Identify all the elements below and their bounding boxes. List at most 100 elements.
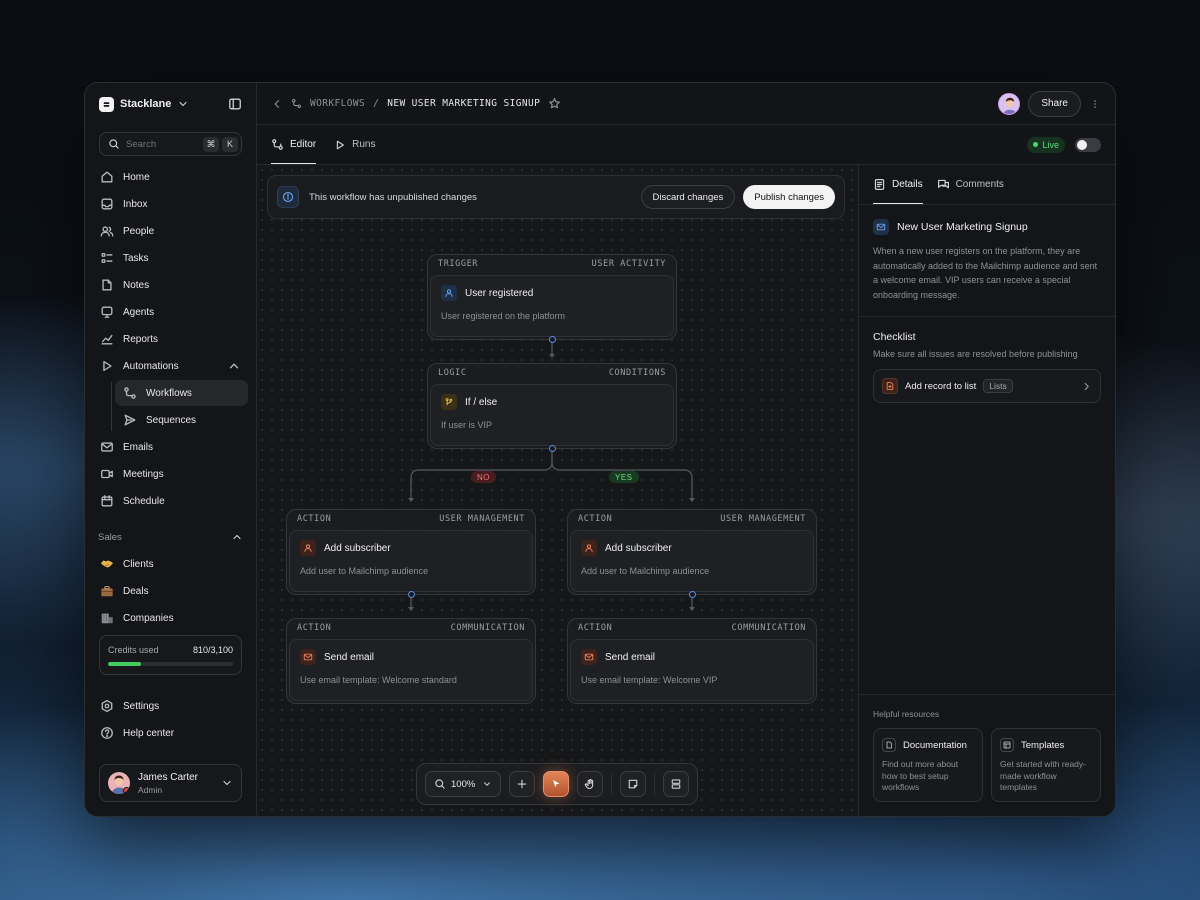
more-options-icon[interactable] bbox=[1089, 98, 1101, 110]
sidebar-item-schedule[interactable]: Schedule bbox=[93, 488, 248, 514]
output-port[interactable] bbox=[548, 336, 556, 343]
add-node-button[interactable] bbox=[509, 771, 535, 797]
arrow-head bbox=[689, 498, 695, 502]
tab-runs[interactable]: Runs bbox=[334, 125, 375, 164]
tab-label: Comments bbox=[955, 179, 1004, 190]
node-category: USER MANAGEMENT bbox=[439, 514, 525, 524]
sidebar-item-label: Inbox bbox=[123, 198, 148, 210]
sidebar-item-workflows[interactable]: Workflows bbox=[115, 380, 248, 406]
workflow-canvas[interactable]: This workflow has unpublished changes Di… bbox=[257, 165, 859, 816]
email-node-left[interactable]: ACTION COMMUNICATION Send email Use email… bbox=[286, 618, 536, 704]
output-port[interactable] bbox=[688, 591, 696, 598]
sidebar-item-deals[interactable]: Deals bbox=[93, 578, 248, 604]
sidebar-item-people[interactable]: People bbox=[93, 218, 248, 244]
live-label: Live bbox=[1042, 139, 1059, 150]
kbd-k: K bbox=[222, 136, 238, 152]
node-title: Send email bbox=[605, 651, 656, 663]
documentation-desc: Find out more about how to best setup wo… bbox=[882, 759, 959, 792]
search-input[interactable] bbox=[126, 138, 196, 150]
details-panel: Details Comments New User Marketing Sign… bbox=[859, 165, 1115, 816]
editor-tabs: Editor Runs Live bbox=[257, 125, 1115, 165]
tab-editor[interactable]: Editor bbox=[271, 125, 317, 164]
reports-icon bbox=[101, 334, 113, 345]
live-toggle[interactable] bbox=[1075, 137, 1101, 152]
sidebar-item-home[interactable]: Home bbox=[93, 164, 248, 190]
checklist-item-label: Add record to list bbox=[905, 380, 977, 392]
live-status-badge: Live bbox=[1027, 136, 1065, 153]
sidebar-item-emails[interactable]: Emails bbox=[93, 434, 248, 460]
sidebar-item-agents[interactable]: Agents bbox=[93, 299, 248, 325]
node-subtitle: User registered on the platform bbox=[441, 311, 566, 321]
sidebar-item-clients[interactable]: Clients bbox=[93, 551, 248, 577]
documentation-title: Documentation bbox=[903, 739, 967, 751]
sidebar-item-inbox[interactable]: Inbox bbox=[93, 191, 248, 217]
sidebar-item-automations[interactable]: Automations bbox=[93, 353, 248, 379]
checklist-item-add-record[interactable]: Add record to list Lists bbox=[873, 369, 1101, 403]
sidebar-item-label: Schedule bbox=[123, 495, 165, 507]
collaborator-avatar[interactable] bbox=[998, 92, 1021, 115]
zoom-select[interactable]: 100% bbox=[425, 771, 501, 797]
node-subtitle: Use email template: Welcome VIP bbox=[581, 675, 718, 685]
breadcrumb-parent[interactable]: WORKFLOWS bbox=[310, 98, 365, 109]
star-icon[interactable] bbox=[548, 97, 561, 110]
node-subtitle: Add user to Mailchimp audience bbox=[581, 566, 710, 576]
sidebar-item-notes[interactable]: Notes bbox=[93, 272, 248, 298]
chevron-up-icon[interactable] bbox=[227, 359, 241, 373]
app-window: Stacklane ⌘ K Home Inbox People Tasks bbox=[84, 82, 1116, 817]
search-box[interactable]: ⌘ K bbox=[99, 132, 242, 156]
sidebar-item-meetings[interactable]: Meetings bbox=[93, 461, 248, 487]
search-icon bbox=[109, 139, 119, 149]
sidebar-item-help-center[interactable]: Help center bbox=[93, 720, 248, 746]
user-name: James Carter bbox=[138, 771, 199, 783]
sales-label: Sales bbox=[98, 531, 122, 543]
share-button[interactable]: Share bbox=[1028, 90, 1081, 117]
sidebar-item-reports[interactable]: Reports bbox=[93, 326, 248, 352]
notes-icon bbox=[102, 279, 112, 291]
sidebar-item-tasks[interactable]: Tasks bbox=[93, 245, 248, 271]
output-port[interactable] bbox=[548, 445, 556, 452]
templates-card[interactable]: Templates Get started with ready-made wo… bbox=[991, 728, 1101, 802]
sales-section-header[interactable]: Sales bbox=[91, 524, 250, 550]
note-tool-button[interactable] bbox=[620, 771, 646, 797]
mail-icon bbox=[581, 649, 597, 665]
node-title: If / else bbox=[465, 396, 498, 408]
sticky-note-icon bbox=[628, 779, 638, 789]
sidebar: Stacklane ⌘ K Home Inbox People Tasks bbox=[85, 83, 257, 816]
hand-tool-button[interactable] bbox=[577, 771, 603, 797]
credits-progress-fill bbox=[108, 662, 141, 666]
trigger-node[interactable]: TRIGGER USER ACTIVITY User registered Use… bbox=[427, 254, 677, 343]
panel-tabs: Details Comments bbox=[859, 165, 1115, 205]
user-menu[interactable]: James Carter Admin bbox=[99, 764, 242, 802]
play-icon bbox=[336, 140, 345, 149]
automations-submenu: Workflows Sequences bbox=[91, 380, 250, 433]
status-badge bbox=[123, 787, 130, 794]
sidebar-item-sequences[interactable]: Sequences bbox=[115, 407, 248, 433]
output-port[interactable] bbox=[407, 591, 415, 598]
tab-details[interactable]: Details bbox=[873, 165, 923, 204]
node-kind: ACTION bbox=[297, 514, 332, 524]
node-kind: LOGIC bbox=[438, 368, 467, 378]
back-chevron-icon[interactable] bbox=[271, 98, 283, 110]
arrow-head bbox=[408, 607, 414, 611]
logic-node[interactable]: LOGIC CONDITIONS If / else If user is VIP bbox=[427, 363, 677, 452]
layout-tool-button[interactable] bbox=[663, 771, 689, 797]
email-node-right[interactable]: ACTION COMMUNICATION Send email Use email… bbox=[567, 618, 817, 704]
select-tool-button[interactable] bbox=[543, 771, 569, 797]
branch-no-label: NO bbox=[471, 471, 496, 483]
templates-title: Templates bbox=[1021, 739, 1065, 751]
canvas-toolbar: 100% bbox=[416, 763, 698, 805]
tab-comments[interactable]: Comments bbox=[937, 165, 1004, 204]
sidebar-item-companies[interactable]: Companies bbox=[93, 605, 248, 631]
sidebar-item-label: Companies bbox=[123, 612, 174, 624]
sidebar-item-settings[interactable]: Settings bbox=[93, 693, 248, 719]
node-category: CONDITIONS bbox=[608, 368, 666, 378]
action-node-right[interactable]: ACTION USER MANAGEMENT Add subscriber Add… bbox=[567, 509, 817, 598]
tab-label: Runs bbox=[352, 139, 376, 150]
sidebar-collapse-icon[interactable] bbox=[228, 97, 242, 111]
documentation-card[interactable]: Documentation Find out more about how to… bbox=[873, 728, 983, 802]
sidebar-item-label: Workflows bbox=[146, 387, 192, 399]
sidebar-item-label: Automations bbox=[123, 360, 179, 372]
action-node-left[interactable]: ACTION USER MANAGEMENT Add subscriber Add… bbox=[286, 509, 536, 598]
chevron-up-icon[interactable] bbox=[231, 531, 243, 543]
workspace-switcher[interactable]: Stacklane bbox=[91, 83, 250, 125]
